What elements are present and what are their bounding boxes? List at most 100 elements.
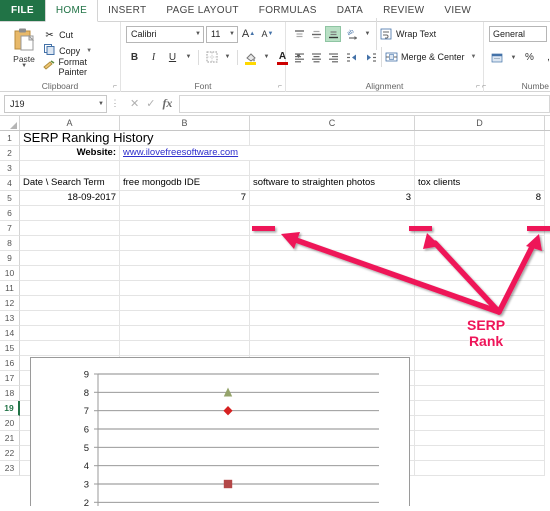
row-header-15[interactable]: 15 xyxy=(0,341,20,356)
cell-a4[interactable]: Date \ Search Term xyxy=(20,176,120,191)
row-header-5[interactable]: 5 xyxy=(0,191,20,206)
cell-d11[interactable] xyxy=(415,281,545,296)
cell-d3[interactable] xyxy=(415,161,545,176)
column-header-a[interactable]: A xyxy=(20,116,120,130)
cell-a10[interactable] xyxy=(20,266,120,281)
align-bottom-button[interactable] xyxy=(325,26,341,42)
column-header-b[interactable]: B xyxy=(120,116,250,130)
row-header-8[interactable]: 8 xyxy=(0,236,20,251)
wrap-text-button[interactable]: Wrap Text xyxy=(380,26,438,42)
row-header-20[interactable]: 20 xyxy=(0,416,20,431)
cell-c14[interactable] xyxy=(250,326,415,341)
font-dialog-launcher[interactable]: ⌐ xyxy=(278,83,282,90)
cell-d17[interactable] xyxy=(415,371,545,386)
tab-page-layout[interactable]: PAGE LAYOUT xyxy=(156,0,248,21)
copy-button[interactable]: Copy ▼ xyxy=(43,44,115,58)
row-header-18[interactable]: 18 xyxy=(0,386,20,401)
cell-c7[interactable] xyxy=(250,221,415,236)
cell-a15[interactable] xyxy=(20,341,120,356)
underline-button[interactable]: U xyxy=(164,49,181,66)
cell-c4[interactable]: software to straighten photos xyxy=(250,176,415,191)
cell-d9[interactable] xyxy=(415,251,545,266)
row-header-21[interactable]: 21 xyxy=(0,431,20,446)
cell-b13[interactable] xyxy=(120,311,250,326)
cell-b5[interactable]: 7 xyxy=(120,191,250,206)
align-right-button[interactable] xyxy=(325,49,341,65)
cell-d19[interactable] xyxy=(415,401,545,416)
increase-indent-button[interactable] xyxy=(362,49,378,65)
row-header-2[interactable]: 2 xyxy=(0,146,20,161)
align-top-button[interactable] xyxy=(291,26,307,42)
cell-d13[interactable] xyxy=(415,311,545,326)
alignment-dialog-launcher[interactable]: ⌐ xyxy=(476,83,480,90)
cell-b3[interactable] xyxy=(120,161,250,176)
cell-b1[interactable] xyxy=(120,131,250,146)
row-header-10[interactable]: 10 xyxy=(0,266,20,281)
cell-d4[interactable]: tox clients xyxy=(415,176,545,191)
cell-d20[interactable] xyxy=(415,416,545,431)
tab-formulas[interactable]: FORMULAS xyxy=(249,0,327,21)
cell-c8[interactable] xyxy=(250,236,415,251)
accounting-format-button[interactable] xyxy=(489,49,506,66)
align-middle-button[interactable] xyxy=(308,26,324,42)
cell-d12[interactable] xyxy=(415,296,545,311)
cell-c5[interactable]: 3 xyxy=(250,191,415,206)
cell-d10[interactable] xyxy=(415,266,545,281)
merge-center-button[interactable]: Merge & Center ▼ xyxy=(385,49,478,65)
insert-function-icon[interactable]: fx xyxy=(162,96,172,111)
row-header-3[interactable]: 3 xyxy=(0,161,20,176)
cell-c1[interactable] xyxy=(250,131,415,146)
cell-c11[interactable] xyxy=(250,281,415,296)
cell-b14[interactable] xyxy=(120,326,250,341)
check-icon[interactable]: ✓ xyxy=(146,97,155,110)
fill-color-button[interactable] xyxy=(242,49,259,66)
row-header-4[interactable]: 4 xyxy=(0,176,20,191)
align-center-button[interactable] xyxy=(308,49,324,65)
clipboard-dialog-launcher[interactable]: ⌐ xyxy=(113,83,117,90)
row-header-19[interactable]: 19 xyxy=(0,401,20,416)
embedded-chart[interactable]: 9 8 7 6 5 4 3 2 1 0 18.9.2017 free mongo xyxy=(30,357,410,506)
cell-d14[interactable] xyxy=(415,326,545,341)
orientation-button[interactable]: ab xyxy=(345,26,361,42)
row-header-13[interactable]: 13 xyxy=(0,311,20,326)
merge-center-dropdown-caret[interactable]: ▼ xyxy=(471,54,477,60)
font-size-combo[interactable]: 11 ▼ xyxy=(206,25,238,43)
row-header-17[interactable]: 17 xyxy=(0,371,20,386)
font-name-combo[interactable]: Calibri ▼ xyxy=(126,25,204,43)
cell-a3[interactable] xyxy=(20,161,120,176)
cell-b10[interactable] xyxy=(120,266,250,281)
cell-d18[interactable] xyxy=(415,386,545,401)
format-painter-button[interactable]: Format Painter xyxy=(43,57,115,77)
column-header-c[interactable]: C xyxy=(250,116,415,130)
cancel-x-icon[interactable]: ✕ xyxy=(130,97,139,110)
percent-style-button[interactable]: % xyxy=(521,49,538,66)
number-format-combo[interactable]: General xyxy=(489,26,547,42)
cell-a1[interactable]: SERP Ranking History xyxy=(20,131,154,146)
cell-c10[interactable] xyxy=(250,266,415,281)
row-header-23[interactable]: 23 xyxy=(0,461,20,476)
cell-d15[interactable] xyxy=(415,341,545,356)
cell-c12[interactable] xyxy=(250,296,415,311)
cell-d1[interactable] xyxy=(415,131,545,146)
comma-style-button[interactable]: , xyxy=(540,49,550,66)
cell-c13[interactable] xyxy=(250,311,415,326)
cell-b7[interactable] xyxy=(120,221,250,236)
cell-b15[interactable] xyxy=(120,341,250,356)
row-header-11[interactable]: 11 xyxy=(0,281,20,296)
cell-a7[interactable] xyxy=(20,221,120,236)
cell-c9[interactable] xyxy=(250,251,415,266)
cell-a12[interactable] xyxy=(20,296,120,311)
cell-c6[interactable] xyxy=(250,206,415,221)
cut-button[interactable]: ✂ Cut xyxy=(43,28,115,42)
orientation-dropdown-caret[interactable]: ▼ xyxy=(362,26,373,43)
row-header-22[interactable]: 22 xyxy=(0,446,20,461)
cell-d5[interactable]: 8 xyxy=(415,191,545,206)
bold-button[interactable]: B xyxy=(126,49,143,66)
decrease-indent-button[interactable] xyxy=(345,49,361,65)
tab-file[interactable]: FILE xyxy=(0,0,45,21)
cell-d6[interactable] xyxy=(415,206,545,221)
cell-a8[interactable] xyxy=(20,236,120,251)
italic-button[interactable]: I xyxy=(145,49,162,66)
cell-c2[interactable] xyxy=(250,146,415,161)
formula-input[interactable] xyxy=(179,94,550,113)
